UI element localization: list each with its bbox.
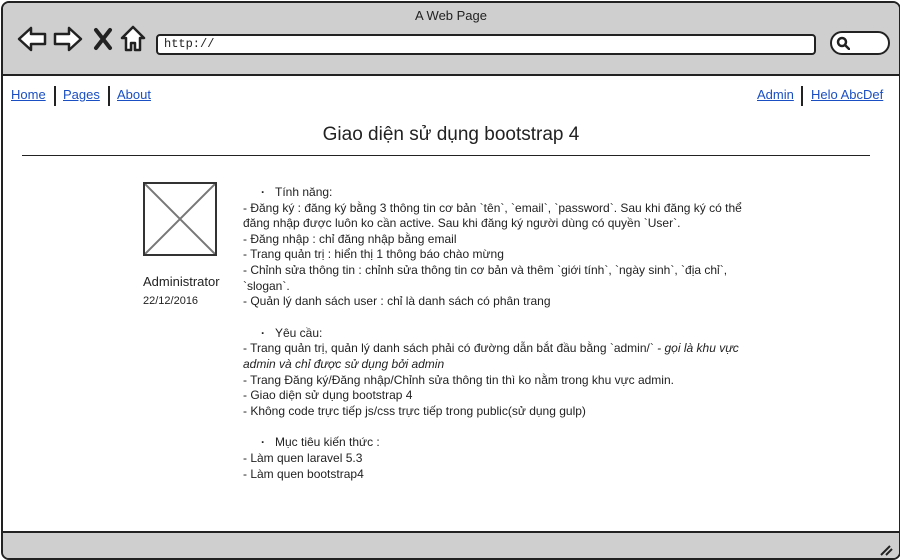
goal-item: - Làm quen laravel 5.3 — [243, 450, 363, 465]
nav-item-home[interactable]: Home — [11, 87, 46, 102]
profile-name: Administrator — [143, 274, 220, 289]
section-heading-features: Tính năng: — [243, 185, 763, 201]
nav-separator — [108, 86, 110, 106]
close-icon[interactable] — [93, 25, 113, 53]
nav-item-about[interactable]: About — [117, 87, 151, 102]
browser-chrome: A Web Page http:// — [3, 3, 899, 76]
requirement-item: - Không code trực tiếp js/css trực tiếp … — [243, 403, 586, 418]
section-heading-goals: Mục tiêu kiến thức : — [243, 435, 763, 451]
feature-item: - Quản lý danh sách user : chỉ là danh s… — [243, 294, 551, 309]
image-placeholder-icon — [145, 184, 215, 254]
feature-item: - Chỉnh sửa thông tin : chỉnh sửa thông … — [243, 262, 728, 293]
browser-window: A Web Page http:// Home Pages About Admi… — [1, 1, 900, 560]
page-title: Giao diện sử dụng bootstrap 4 — [322, 124, 580, 145]
nav-item-admin[interactable]: Admin — [757, 87, 794, 102]
nav-item-pages[interactable]: Pages — [63, 87, 100, 102]
window-title: A Web Page — [414, 8, 488, 23]
nav-link-admin[interactable]: Admin — [757, 87, 794, 102]
requirement-item: - Trang Đăng ký/Đăng nhập/Chỉnh sửa thôn… — [243, 372, 674, 387]
nav-link-pages[interactable]: Pages — [63, 87, 100, 102]
requirement-item: - Giao diện sử dụng bootstrap 4 — [243, 388, 413, 403]
nav-link-home[interactable]: Home — [11, 87, 46, 102]
requirement-item: - Trang quản trị, quản lý danh sách phải… — [243, 341, 763, 372]
home-icon[interactable] — [120, 25, 146, 53]
back-icon[interactable] — [17, 25, 47, 53]
feature-item: - Đăng nhập : chỉ đăng nhập bằng email — [243, 231, 457, 246]
nav-link-user[interactable]: Helo AbcDef — [811, 87, 883, 102]
status-bar — [3, 531, 899, 558]
forward-icon[interactable] — [53, 25, 83, 53]
feature-item: - Đăng ký : đăng ký bằng 3 thông tin cơ … — [243, 200, 742, 231]
search-icon — [836, 36, 850, 50]
nav-separator — [801, 86, 803, 106]
nav-item-user[interactable]: Helo AbcDef — [811, 87, 883, 102]
url-input[interactable]: http:// — [156, 34, 816, 55]
requirement-text: - Trang quản trị, quản lý danh sách phải… — [243, 341, 658, 356]
profile-date: 22/12/2016 — [143, 295, 199, 307]
goal-item: - Làm quen bootstrap4 — [243, 466, 364, 481]
title-divider — [22, 155, 870, 156]
section-heading-requirements: Yêu cầu: — [243, 326, 763, 342]
feature-item: - Trang quản trị : hiển thị 1 thông báo … — [243, 247, 504, 262]
url-text: http:// — [164, 37, 215, 51]
nav-link-about[interactable]: About — [117, 87, 151, 102]
resize-grip-icon[interactable] — [879, 544, 893, 556]
description-content: Tính năng: - Đăng ký : đăng ký bằng 3 th… — [243, 185, 763, 482]
search-input[interactable] — [830, 31, 890, 55]
avatar — [143, 182, 217, 256]
nav-separator — [54, 86, 56, 106]
